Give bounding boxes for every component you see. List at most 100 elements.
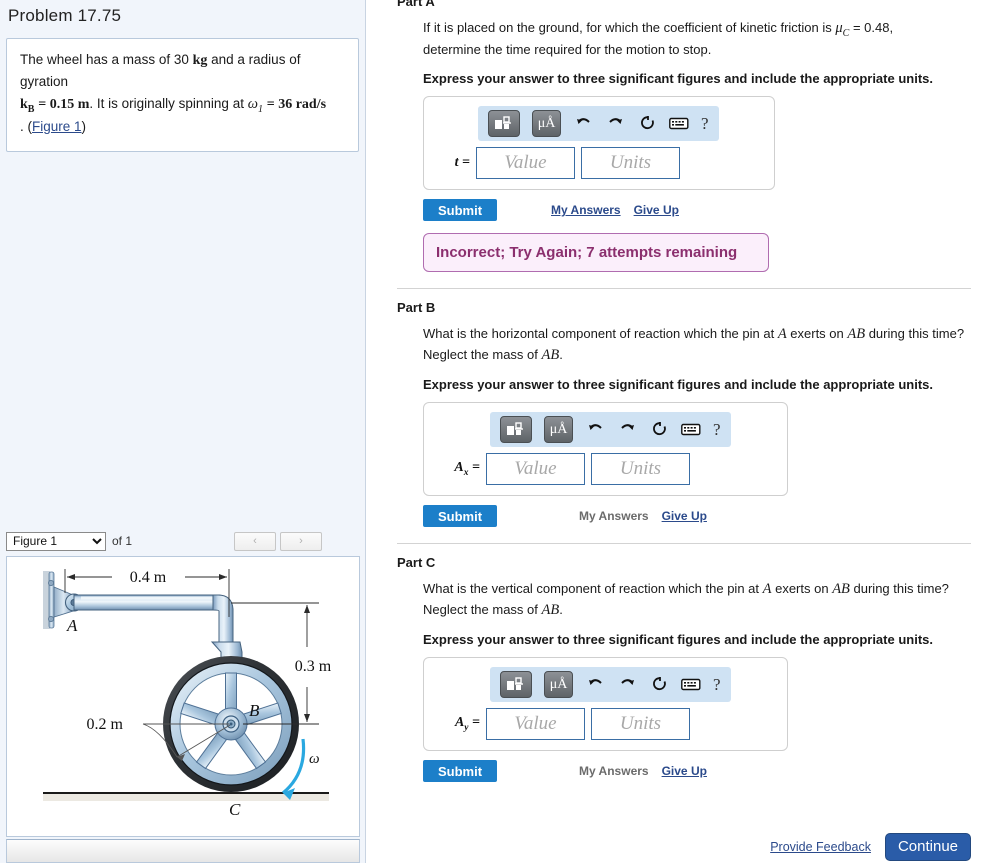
- part-a-question-pre: If it is placed on the ground, for which…: [423, 20, 836, 35]
- part-c-sym-ab2: AB: [541, 602, 560, 619]
- part-c-question-end: .: [559, 602, 563, 618]
- dim-label-vertical: 0.3 m: [295, 658, 332, 675]
- part-b-value-input[interactable]: [486, 453, 585, 486]
- part-c-question-pre: What is the vertical component of reacti…: [423, 581, 763, 597]
- part-b-question-pre: What is the horizontal component of reac…: [423, 326, 778, 342]
- omega-value: = 36 rad/s: [266, 96, 327, 112]
- part-a-units-input[interactable]: [581, 147, 680, 180]
- part-b-give-up-link[interactable]: Give Up: [662, 509, 707, 523]
- mu-value: = 0.48,: [852, 20, 894, 35]
- omega-label: ω: [309, 751, 320, 767]
- label-b: B: [249, 701, 260, 720]
- figure-prev-button[interactable]: ‹: [234, 531, 276, 551]
- part-c-field-row: Ay =: [444, 708, 777, 741]
- parts-panel: Part A If it is placed on the ground, fo…: [367, 0, 985, 863]
- reset-icon[interactable]: [649, 675, 669, 695]
- part-b-answer-box: μÅ ? Ax =: [423, 402, 788, 497]
- part-c-question: What is the vertical component of reacti…: [423, 579, 971, 621]
- part-b-sym-ab: AB: [847, 326, 866, 343]
- label-a: A: [66, 616, 78, 635]
- reset-icon[interactable]: [649, 420, 669, 440]
- part-c-submit-row: Submit My Answers Give Up: [423, 760, 971, 783]
- redo-icon[interactable]: [605, 114, 625, 134]
- mu-symbol: μC: [835, 20, 850, 39]
- redo-icon[interactable]: [617, 420, 637, 440]
- units-icon[interactable]: μÅ: [532, 110, 561, 138]
- divider-part-b: [397, 288, 971, 290]
- part-b-math-toolbar: μÅ ?: [490, 412, 731, 448]
- units-icon[interactable]: μÅ: [544, 671, 573, 699]
- part-a-math-toolbar: μÅ ?: [478, 106, 719, 142]
- keyboard-icon[interactable]: [681, 675, 701, 695]
- part-b-question-end: .: [559, 347, 563, 363]
- keyboard-icon[interactable]: [681, 420, 701, 440]
- part-a-field-row: t =: [434, 147, 764, 180]
- part-a-section: Part A If it is placed on the ground, fo…: [397, 0, 971, 273]
- undo-icon[interactable]: [585, 675, 605, 695]
- part-c-question-mid: exerts on: [771, 581, 833, 597]
- part-c-header: Part C: [397, 555, 436, 571]
- figure-footer-bar: [6, 839, 360, 863]
- reset-icon[interactable]: [637, 114, 657, 134]
- part-b-submit-row: Submit My Answers Give Up: [423, 505, 971, 528]
- part-c-value-input[interactable]: [486, 708, 585, 741]
- part-a-my-answers-link[interactable]: My Answers: [551, 203, 621, 217]
- figure-nav-bar: Figure 1 of 1 ‹ ›: [6, 530, 360, 552]
- page-title: Problem 17.75: [8, 6, 122, 25]
- statement-text-1: The wheel has a mass of 30: [20, 52, 193, 67]
- part-a-header: Part A: [397, 0, 435, 9]
- part-b-submit-button[interactable]: Submit: [423, 505, 497, 528]
- part-b-sym-a: A: [777, 326, 787, 343]
- part-c-units-input[interactable]: [591, 708, 690, 741]
- math-template-icon[interactable]: [488, 110, 520, 138]
- math-template-icon[interactable]: [500, 416, 532, 444]
- part-a-value-input[interactable]: [476, 147, 575, 180]
- figure-count-label: of 1: [112, 534, 133, 548]
- kb-value: = 0.15 m: [38, 96, 90, 112]
- part-c-give-up-link[interactable]: Give Up: [662, 764, 707, 778]
- part-c-sym-ab: AB: [832, 581, 850, 598]
- part-a-give-up-link[interactable]: Give Up: [634, 203, 679, 217]
- problem-statement: The wheel has a mass of 30 kg and a radi…: [6, 38, 359, 152]
- part-b-header: Part B: [397, 300, 436, 316]
- kb-symbol: kB: [20, 96, 35, 115]
- part-b-field-row: Ax =: [444, 453, 777, 486]
- dim-label-radius: 0.2 m: [87, 716, 124, 733]
- undo-icon[interactable]: [585, 420, 605, 440]
- statement-text-4: .: [20, 119, 24, 134]
- dim-label-horizontal: 0.4 m: [130, 569, 167, 586]
- help-icon[interactable]: ?: [713, 675, 721, 695]
- part-c-instruction: Express your answer to three significant…: [423, 632, 933, 648]
- part-c-section: Part C What is the vertical component of…: [397, 555, 971, 783]
- figure-next-button[interactable]: ›: [280, 531, 322, 551]
- help-icon[interactable]: ?: [713, 420, 721, 440]
- part-c-my-answers-link[interactable]: My Answers: [579, 764, 649, 778]
- part-c-submit-button[interactable]: Submit: [423, 760, 497, 783]
- keyboard-icon[interactable]: [669, 114, 689, 134]
- part-a-instruction: Express your answer to three significant…: [423, 71, 933, 87]
- statement-text-3: . It is originally spinning at: [89, 95, 248, 111]
- figure-1-link[interactable]: Figure 1: [32, 119, 82, 134]
- continue-button[interactable]: Continue: [884, 833, 971, 861]
- part-b-sym-ab2: AB: [541, 347, 560, 364]
- page-root: Problem 17.75 The wheel has a mass of 30…: [0, 0, 985, 863]
- part-b-units-input[interactable]: [591, 453, 690, 486]
- provide-feedback-link[interactable]: Provide Feedback: [770, 840, 871, 854]
- part-b-my-answers-link[interactable]: My Answers: [579, 509, 649, 523]
- horizontal-arm: [73, 594, 229, 611]
- units-icon[interactable]: μÅ: [544, 416, 573, 444]
- math-template-icon[interactable]: [500, 671, 532, 699]
- part-a-submit-row: Submit My Answers Give Up: [423, 199, 971, 222]
- part-b-question: What is the horizontal component of reac…: [423, 324, 971, 366]
- part-b-links: My Answers Give Up: [579, 509, 707, 523]
- part-a-variable-label: t =: [454, 155, 470, 171]
- part-a-answer-box: μÅ ? t =: [423, 96, 775, 191]
- help-icon[interactable]: ?: [701, 114, 709, 134]
- footer-bar: Provide Feedback Continue: [367, 833, 985, 863]
- part-a-submit-button[interactable]: Submit: [423, 199, 497, 222]
- undo-icon[interactable]: [573, 114, 593, 134]
- part-a-feedback-message: Incorrect; Try Again; 7 attempts remaini…: [423, 233, 769, 273]
- part-a-links: My Answers Give Up: [551, 203, 679, 217]
- redo-icon[interactable]: [617, 675, 637, 695]
- figure-select[interactable]: Figure 1: [6, 531, 106, 551]
